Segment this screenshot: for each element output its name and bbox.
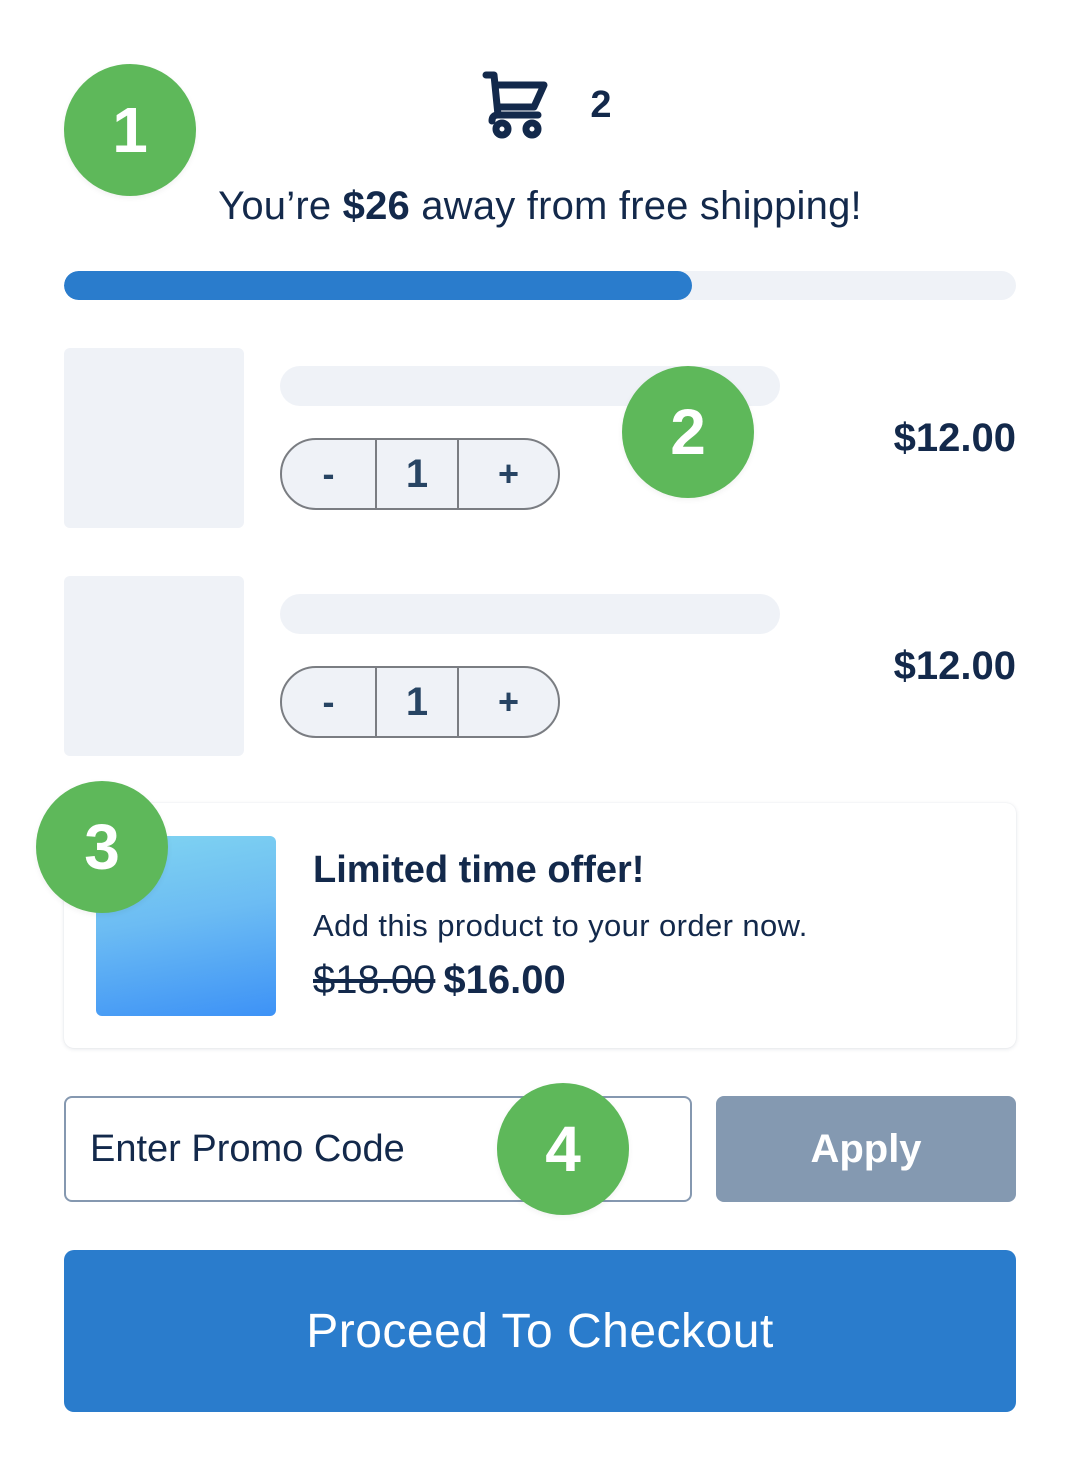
progress-fill	[64, 271, 693, 300]
offer-description: Add this product to your order now.	[313, 908, 808, 943]
decrease-quantity-button[interactable]: -	[282, 668, 375, 736]
apply-promo-button[interactable]: Apply	[716, 1096, 1016, 1202]
proceed-to-checkout-button[interactable]: Proceed To Checkout	[64, 1250, 1016, 1412]
quantity-stepper: - 1 +	[280, 438, 560, 510]
cart-item: - 1 + $12.00	[64, 348, 1016, 528]
cart-count-badge: 2	[590, 83, 612, 126]
free-shipping-message: You’re $26 away from free shipping!	[0, 184, 1080, 229]
shipping-remaining-amount: $26	[342, 184, 410, 228]
quantity-value[interactable]: 1	[375, 440, 459, 508]
step-marker-3: 3	[36, 781, 168, 913]
offer-title: Limited time offer!	[313, 849, 645, 891]
offer-sale-price: $16.00	[443, 958, 566, 1002]
step-marker-4: 4	[497, 1083, 629, 1215]
step-marker-2: 2	[622, 366, 754, 498]
cart-item: - 1 + $12.00	[64, 576, 1016, 756]
shipping-message-suffix: away from free shipping!	[409, 184, 862, 228]
cart-page: 2 You’re $26 away from free shipping! - …	[0, 0, 1080, 1476]
increase-quantity-button[interactable]: +	[459, 668, 558, 736]
offer-prices: $18.00 $16.00	[313, 958, 566, 1003]
free-shipping-progress-bar	[64, 271, 1016, 300]
limited-offer-card[interactable]: Limited time offer! Add this product to …	[64, 803, 1016, 1048]
product-image-placeholder[interactable]	[64, 348, 244, 528]
shopping-cart-icon[interactable]	[482, 69, 550, 139]
quantity-stepper: - 1 +	[280, 666, 560, 738]
quantity-value[interactable]: 1	[375, 668, 459, 736]
item-price: $12.00	[893, 416, 1016, 460]
decrease-quantity-button[interactable]: -	[282, 440, 375, 508]
shipping-message-prefix: You’re	[218, 184, 343, 228]
item-price: $12.00	[893, 644, 1016, 688]
offer-original-price: $18.00	[313, 958, 436, 1002]
increase-quantity-button[interactable]: +	[459, 440, 558, 508]
step-marker-1: 1	[64, 64, 196, 196]
product-image-placeholder[interactable]	[64, 576, 244, 756]
product-title-placeholder	[280, 594, 780, 634]
